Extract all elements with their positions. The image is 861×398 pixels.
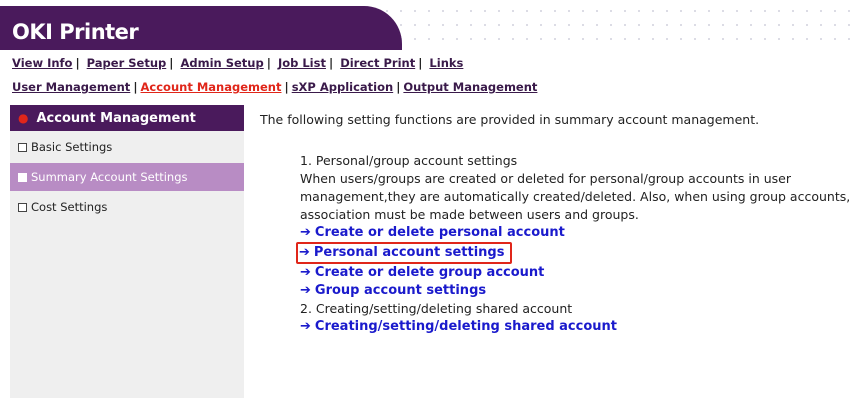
nav-job-list[interactable]: Job List xyxy=(278,56,326,70)
settings-list: 1. Personal/group account settings When … xyxy=(296,152,860,336)
link-personal-account-settings[interactable]: ➔ Personal account settings xyxy=(296,242,860,264)
nav-links[interactable]: Links xyxy=(429,56,463,70)
sidebar: ● Account Management Basic Settings Summ… xyxy=(10,105,244,398)
sidebar-item-cost-settings[interactable]: Cost Settings xyxy=(10,193,244,221)
highlight-box: ➔ Personal account settings xyxy=(296,242,513,264)
nav-user-management[interactable]: User Management xyxy=(12,80,130,94)
arrow-right-icon: ➔ xyxy=(300,283,311,298)
sidebar-item-label: Cost Settings xyxy=(31,200,108,214)
link-create-delete-group-account[interactable]: ➔ Create or delete group account xyxy=(300,264,860,282)
arrow-right-icon: ➔ xyxy=(300,225,311,240)
nav-admin-setup[interactable]: Admin Setup xyxy=(180,56,263,70)
sidebar-title: ● Account Management xyxy=(10,105,244,131)
nav-output-management[interactable]: Output Management xyxy=(403,80,537,94)
nav-sxp-application[interactable]: sXP Application xyxy=(292,80,394,94)
app-logo-title: OKI Printer xyxy=(12,20,139,44)
square-bullet-icon xyxy=(18,142,27,152)
nav-direct-print[interactable]: Direct Print xyxy=(340,56,415,70)
link-shared-account[interactable]: ➔ Creating/setting/deleting shared accoun… xyxy=(300,318,860,336)
section1-body: When users/groups are created or deleted… xyxy=(300,171,851,222)
sidebar-title-label: Account Management xyxy=(36,110,196,126)
intro-text: The following setting functions are prov… xyxy=(260,112,760,127)
sidebar-item-label: Summary Account Settings xyxy=(31,170,188,184)
sidebar-item-summary-account-settings[interactable]: Summary Account Settings xyxy=(10,163,244,191)
section2-heading: 2. Creating/setting/deleting shared acco… xyxy=(300,301,573,316)
top-nav-secondary: User Management | Account Management | sXP A… xyxy=(12,80,538,94)
square-bullet-icon xyxy=(18,202,27,212)
sidebar-item-label: Basic Settings xyxy=(31,140,113,154)
main-content: The following setting functions are prov… xyxy=(260,112,860,127)
arrow-right-icon: ➔ xyxy=(299,245,310,260)
nav-view-info[interactable]: View Info xyxy=(12,56,72,70)
red-dot-icon: ● xyxy=(18,111,29,125)
link-group-account-settings[interactable]: ➔ Group account settings xyxy=(300,282,860,300)
nav-paper-setup[interactable]: Paper Setup xyxy=(87,56,167,70)
section1-heading: 1. Personal/group account settings xyxy=(300,153,518,168)
arrow-right-icon: ➔ xyxy=(300,319,311,334)
top-nav-primary: View Info | Paper Setup | Admin Setup | Job… xyxy=(12,56,464,70)
arrow-right-icon: ➔ xyxy=(300,265,311,280)
square-bullet-icon xyxy=(18,172,27,182)
link-create-delete-personal-account[interactable]: ➔ Create or delete personal account xyxy=(300,224,860,242)
sidebar-item-basic-settings[interactable]: Basic Settings xyxy=(10,133,244,161)
nav-account-management[interactable]: Account Management xyxy=(141,80,282,94)
